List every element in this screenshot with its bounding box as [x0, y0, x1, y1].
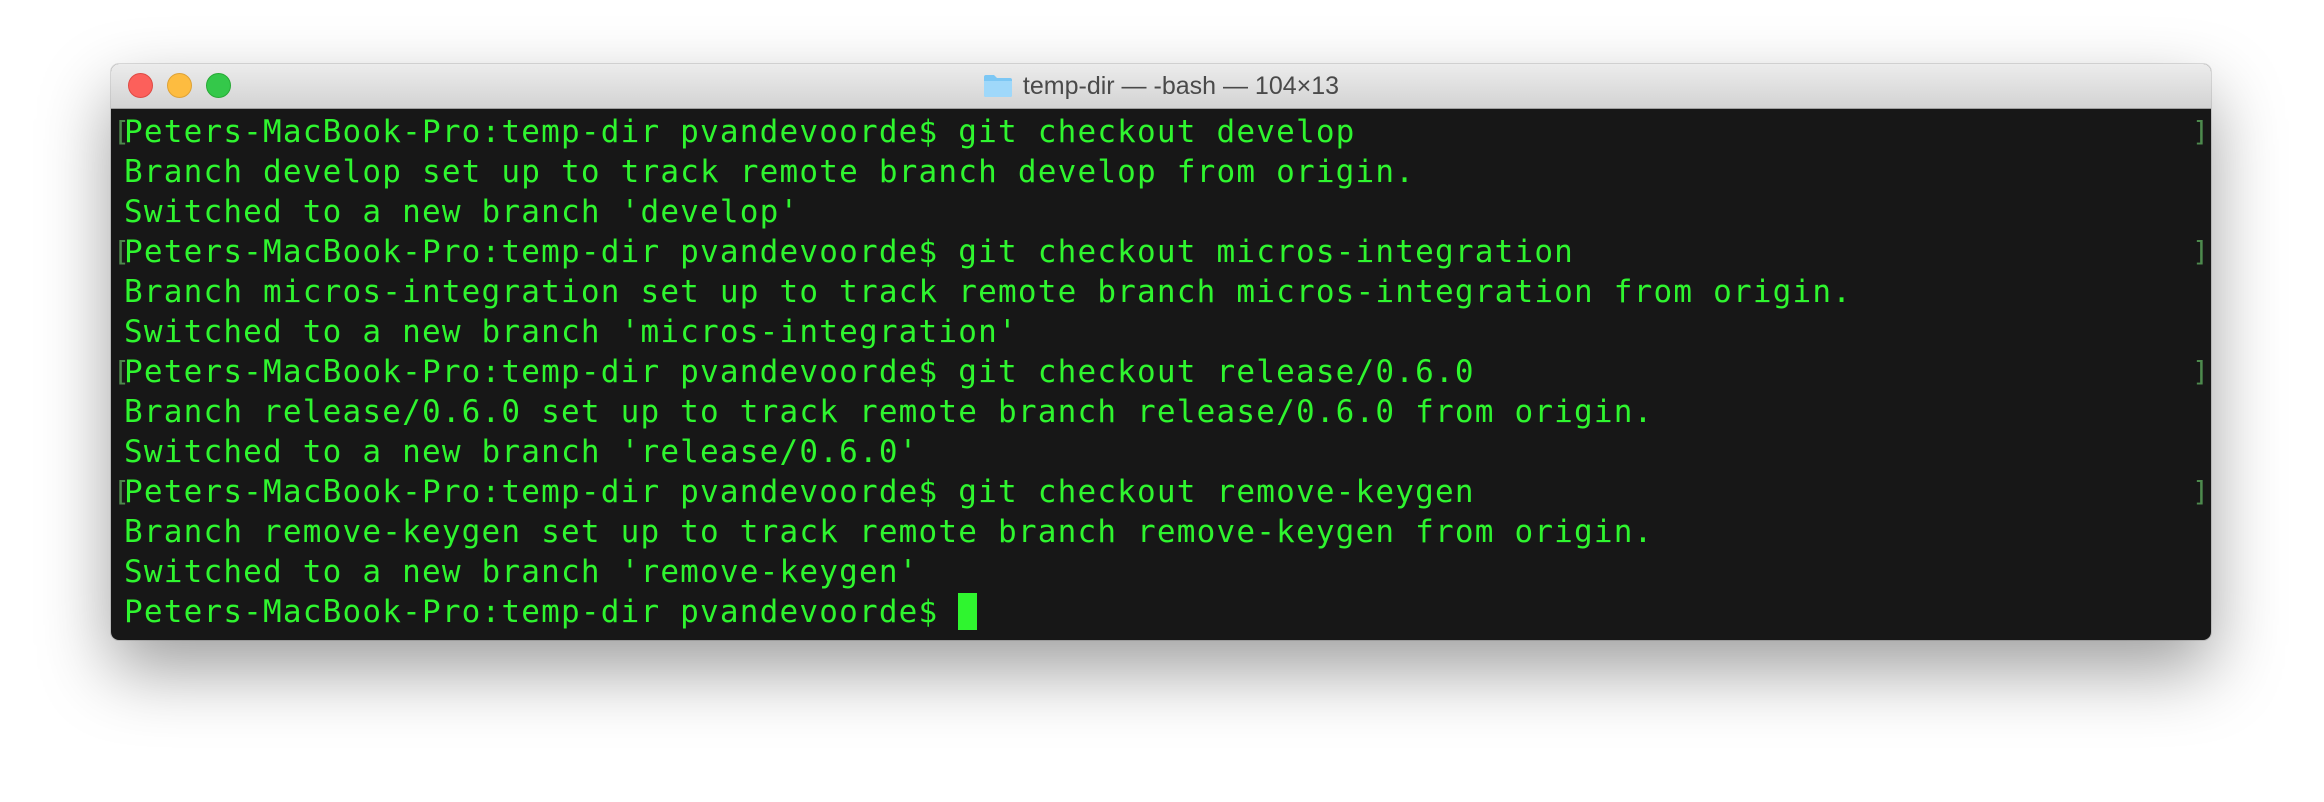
- output-line: Switched to a new branch 'develop': [111, 192, 2211, 232]
- terminal-window: temp-dir — -bash — 104×13 [] Peters-MacBo…: [111, 64, 2211, 640]
- line-text: Branch release/0.6.0 set up to track rem…: [124, 394, 1654, 430]
- command-line: [] Peters-MacBook-Pro:temp-dir pvandevoor…: [111, 112, 2211, 152]
- mark-right-icon: ]: [2192, 115, 2209, 148]
- output-line: Branch develop set up to track remote br…: [111, 152, 2211, 192]
- command-line: [] Peters-MacBook-Pro:temp-dir pvandevoor…: [111, 352, 2211, 392]
- command-line: [] Peters-MacBook-Pro:temp-dir pvandevoor…: [111, 472, 2211, 512]
- line-text: Peters-MacBook-Pro:temp-dir pvandevoorde…: [124, 234, 1575, 270]
- mark-right-icon: ]: [2192, 475, 2209, 508]
- mark-left-icon: [: [113, 115, 130, 148]
- line-text: Branch develop set up to track remote br…: [124, 154, 1416, 190]
- prompt-text: Peters-MacBook-Pro:temp-dir pvandevoorde…: [124, 594, 959, 630]
- output-line: Branch micros-integration set up to trac…: [111, 272, 2211, 312]
- mark-left-icon: [: [113, 235, 130, 268]
- line-text: Switched to a new branch 'remove-keygen': [124, 554, 919, 590]
- output-line: Branch release/0.6.0 set up to track rem…: [111, 392, 2211, 432]
- line-text: Branch micros-integration set up to trac…: [124, 274, 1853, 310]
- line-text: Switched to a new branch 'micros-integra…: [124, 314, 1018, 350]
- command-line: [] Peters-MacBook-Pro:temp-dir pvandevoor…: [111, 232, 2211, 272]
- prompt-line[interactable]: Peters-MacBook-Pro:temp-dir pvandevoorde…: [111, 592, 2211, 632]
- window-title-text: temp-dir — -bash — 104×13: [1022, 71, 1340, 100]
- mark-left-icon: [: [113, 475, 130, 508]
- output-line: Branch remove-keygen set up to track rem…: [111, 512, 2211, 552]
- mark-left-icon: [: [113, 355, 130, 388]
- line-text: Switched to a new branch 'release/0.6.0': [124, 434, 919, 470]
- output-line: Switched to a new branch 'micros-integra…: [111, 312, 2211, 352]
- title-bar[interactable]: temp-dir — -bash — 104×13: [111, 64, 2211, 109]
- terminal-output[interactable]: [] Peters-MacBook-Pro:temp-dir pvandevoor…: [111, 109, 2211, 640]
- cursor: [958, 593, 978, 630]
- line-text: Branch remove-keygen set up to track rem…: [124, 514, 1654, 550]
- window-title: temp-dir — -bash — 104×13: [111, 64, 2211, 108]
- output-line: Switched to a new branch 'release/0.6.0': [111, 432, 2211, 472]
- mark-right-icon: ]: [2192, 235, 2209, 268]
- line-text: Switched to a new branch 'develop': [124, 194, 800, 230]
- line-text: Peters-MacBook-Pro:temp-dir pvandevoorde…: [124, 354, 1475, 390]
- line-text: Peters-MacBook-Pro:temp-dir pvandevoorde…: [124, 474, 1475, 510]
- output-line: Switched to a new branch 'remove-keygen': [111, 552, 2211, 592]
- mark-right-icon: ]: [2192, 355, 2209, 388]
- line-text: Peters-MacBook-Pro:temp-dir pvandevoorde…: [124, 114, 1356, 150]
- folder-icon: [983, 75, 1012, 97]
